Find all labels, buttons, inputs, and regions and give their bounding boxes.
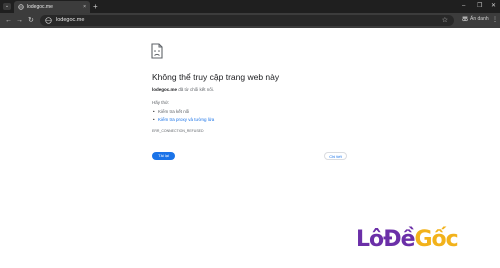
close-icon[interactable]: × (83, 3, 86, 11)
watermark-part2: Gốc (414, 227, 459, 252)
error-host: lodegoc.me (152, 87, 178, 92)
sad-document-icon (151, 43, 163, 59)
reload-icon[interactable]: ↻ (28, 16, 34, 25)
tab-strip: ⌄ lodegoc.me × + – ❐ ✕ (0, 0, 500, 13)
back-arrow-icon[interactable]: ← (5, 16, 12, 25)
error-description: lodegoc.me đã từ chối kết nối. (152, 87, 214, 93)
incognito-label[interactable]: Ẩn danh (470, 15, 489, 24)
plus-icon[interactable]: + (93, 2, 98, 11)
suggestion-check-connection: Kiểm tra kết nối (153, 109, 189, 115)
globe-icon (18, 4, 24, 10)
star-icon[interactable]: ☆ (442, 16, 448, 25)
forward-arrow-icon[interactable]: → (16, 16, 23, 25)
watermark-logo: LôĐềGốc (356, 226, 459, 254)
minimize-button[interactable]: – (462, 2, 465, 11)
tab-search-icon[interactable]: ⌄ (3, 3, 11, 10)
incognito-icon (462, 16, 468, 22)
error-code: ERR_CONNECTION_REFUSED (152, 129, 204, 133)
reload-button[interactable]: Tải lại (152, 152, 175, 160)
window-close-button[interactable]: ✕ (491, 2, 496, 11)
tab-title: lodegoc.me (27, 4, 53, 10)
browser-toolbar: ← → ↻ lodegoc.me ☆ (0, 13, 500, 28)
try-label: Hãy thử: (152, 100, 170, 105)
suggestion-check-proxy-link[interactable]: Kiểm tra proxy và tường lửa (153, 117, 214, 123)
url-text[interactable]: lodegoc.me (56, 16, 84, 25)
site-info-icon[interactable] (45, 17, 52, 24)
maximize-button[interactable]: ❐ (477, 2, 482, 11)
address-bar[interactable]: lodegoc.me ☆ (40, 15, 454, 26)
menu-icon[interactable]: ⋮ (492, 16, 498, 24)
error-title: Không thể truy cập trang web này (152, 72, 280, 82)
details-button[interactable]: Chi tiết (324, 152, 347, 160)
active-tab[interactable]: lodegoc.me × (14, 1, 90, 13)
error-description-text: đã từ chối kết nối. (177, 87, 215, 92)
watermark-part1: LôĐề (356, 227, 415, 252)
